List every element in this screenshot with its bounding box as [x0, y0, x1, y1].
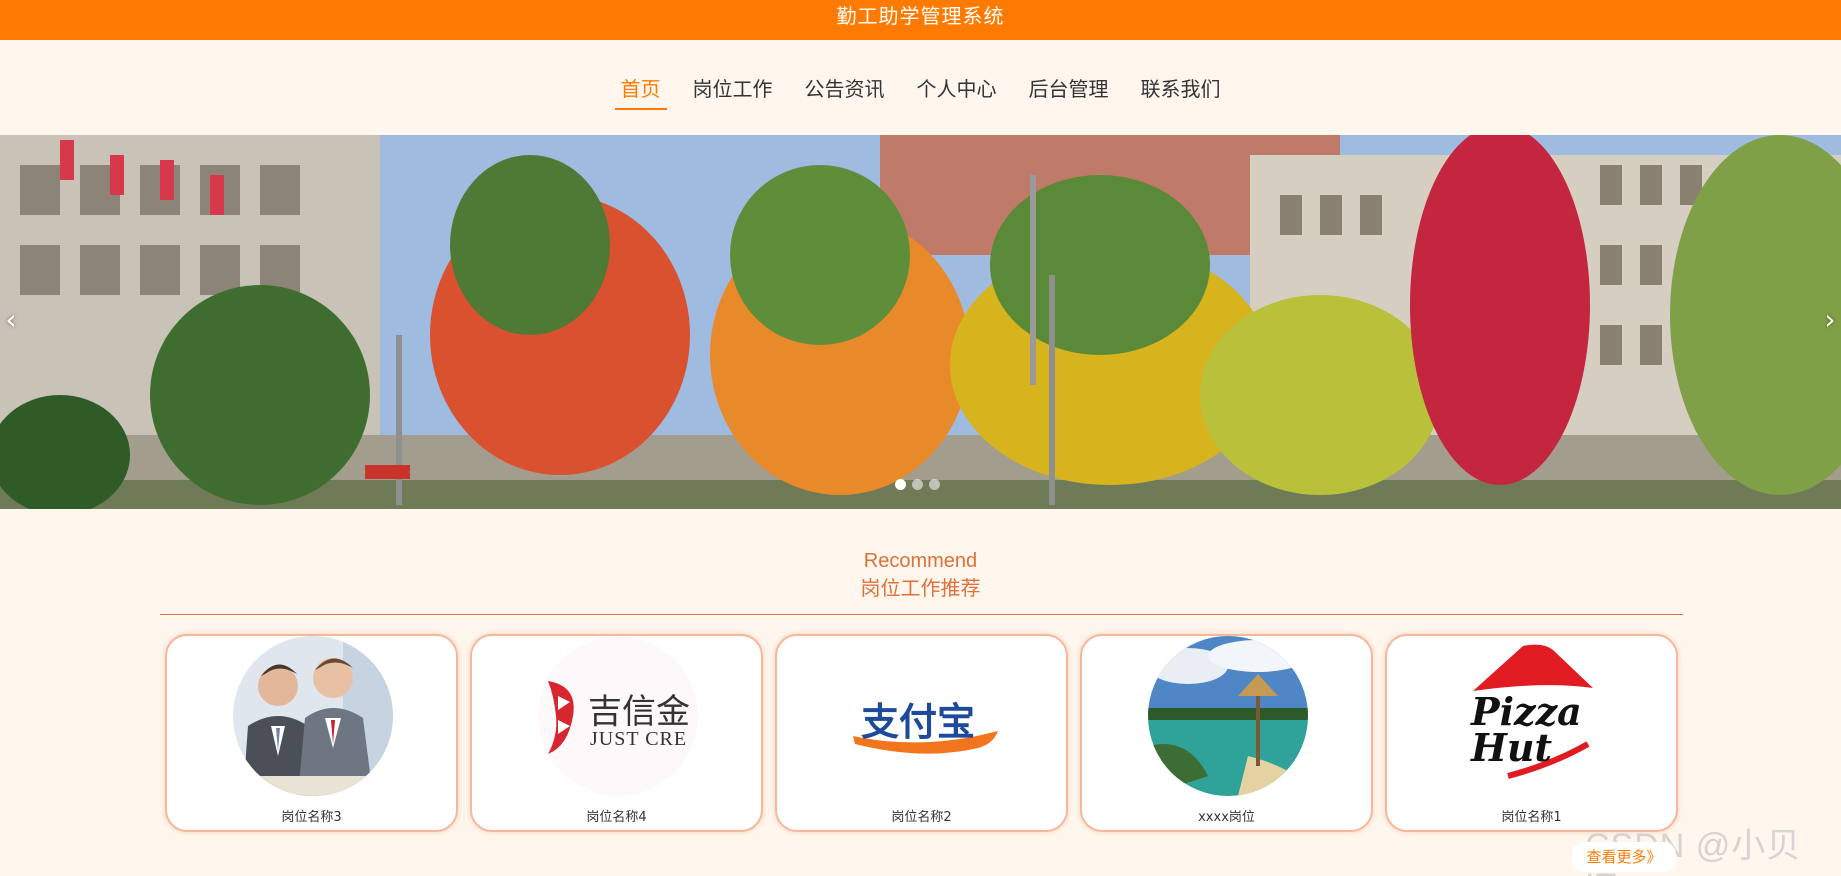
- job-card[interactable]: 吉信金 JUST CRE 岗位名称4: [470, 634, 763, 832]
- nav-item-admin[interactable]: 后台管理: [1017, 63, 1121, 112]
- job-card[interactable]: 岗位名称3: [165, 634, 458, 832]
- nav-item-news[interactable]: 公告资讯: [793, 63, 897, 112]
- job-card-title: xxxx岗位: [1198, 810, 1255, 825]
- job-card[interactable]: Pizza Hut 岗位名称1: [1385, 634, 1678, 832]
- just-credit-logo: 吉信金 JUST CRE: [538, 636, 698, 796]
- job-card[interactable]: xxxx岗位: [1080, 634, 1373, 832]
- nav-item-jobs[interactable]: 岗位工作: [681, 63, 785, 112]
- carousel-prev-icon[interactable]: ‹: [0, 300, 22, 340]
- just-credit-logo-cn: 吉信金: [588, 692, 690, 732]
- nav-item-profile[interactable]: 个人中心: [905, 63, 1009, 112]
- app-header: 勤工助学管理系统: [0, 0, 1841, 40]
- job-card-title: 岗位名称4: [586, 810, 647, 825]
- carousel-dot-2[interactable]: [912, 479, 923, 490]
- recommend-heading-en: Recommend: [863, 550, 978, 572]
- recommend-card-list: 岗位名称3 吉信金 JUST CRE 岗位名称4 支付宝 岗位名称2 xxxx岗…: [165, 634, 1678, 832]
- carousel-dot-1[interactable]: [895, 479, 906, 490]
- nav-item-contact[interactable]: 联系我们: [1129, 63, 1233, 112]
- main-nav: 首页 岗位工作 公告资讯 个人中心 后台管理 联系我们: [0, 40, 1841, 135]
- job-card-title: 岗位名称2: [891, 810, 952, 825]
- beach-hut-photo: [1148, 636, 1308, 796]
- just-credit-logo-en: JUST CRE: [590, 728, 688, 750]
- business-meeting-photo: [233, 636, 393, 796]
- app-title: 勤工助学管理系统: [836, 4, 1005, 28]
- campus-autumn-photo: [0, 135, 1841, 509]
- section-divider: [160, 614, 1683, 615]
- recommend-heading: Recommend 岗位工作推荐: [0, 548, 1841, 602]
- banner-carousel[interactable]: ‹ ›: [0, 135, 1841, 509]
- pizza-hut-logo: Pizza Hut: [1453, 636, 1613, 796]
- recommend-heading-cn: 岗位工作推荐: [860, 576, 981, 600]
- view-more-button[interactable]: 查看更多》: [1572, 842, 1676, 872]
- carousel-next-icon[interactable]: ›: [1819, 300, 1841, 340]
- pizza-hut-logo-text: Pizza Hut: [1471, 689, 1582, 770]
- carousel-dot-3[interactable]: [929, 479, 940, 490]
- nav-item-home[interactable]: 首页: [609, 63, 673, 112]
- job-card[interactable]: 支付宝 岗位名称2: [775, 634, 1068, 832]
- alipay-logo-text: 支付宝: [861, 700, 976, 744]
- carousel-dots: [895, 479, 940, 490]
- alipay-logo: 支付宝: [843, 636, 1003, 796]
- job-card-title: 岗位名称3: [281, 810, 342, 825]
